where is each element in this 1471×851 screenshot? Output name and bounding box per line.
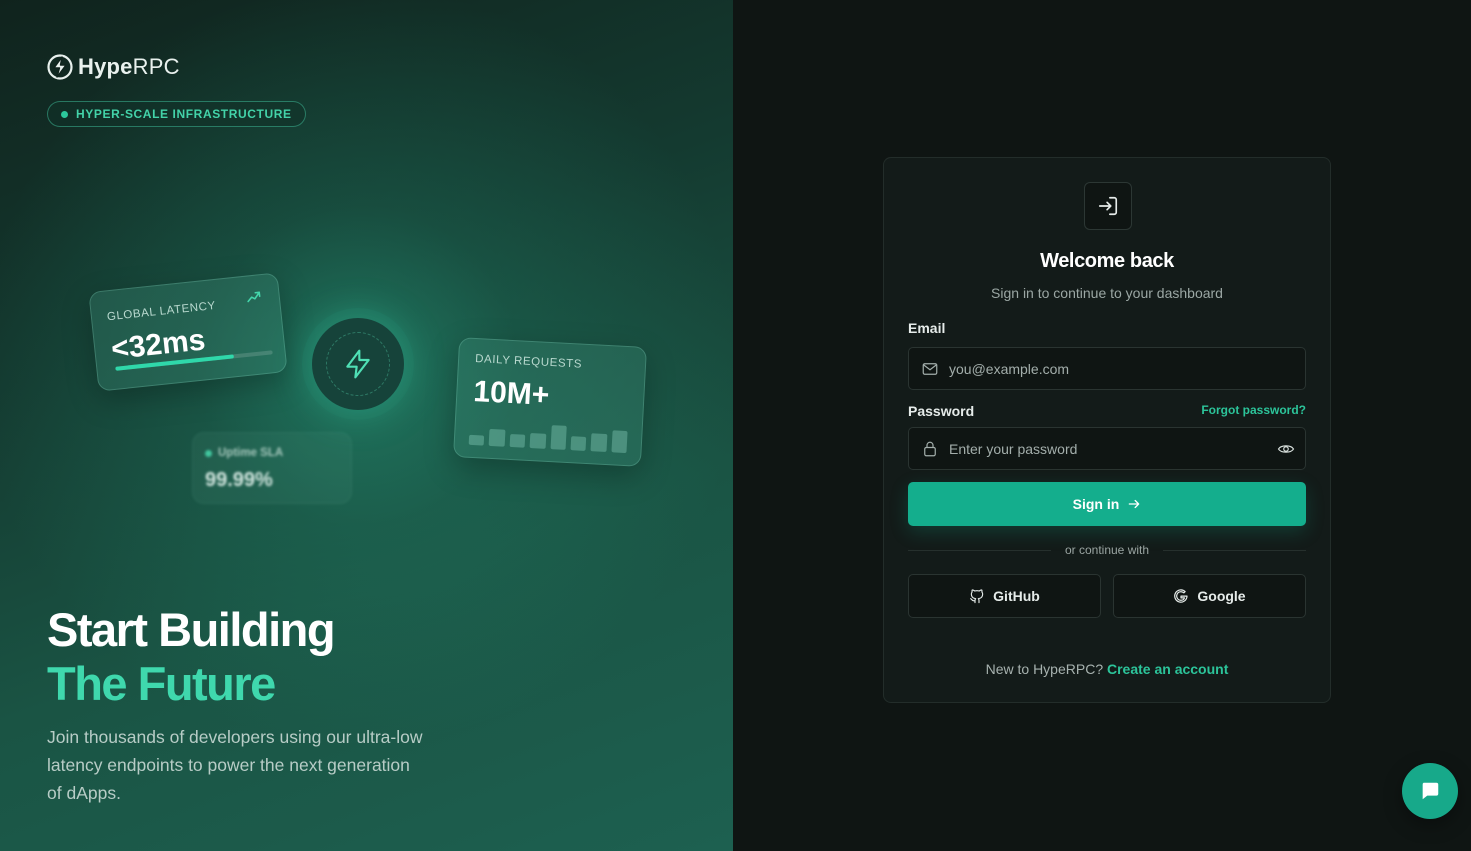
password-field-wrapper[interactable] (908, 427, 1306, 470)
password-label: Password (908, 403, 975, 419)
sign-in-button[interactable]: Sign in (908, 482, 1306, 526)
github-icon (970, 589, 984, 604)
chat-bubble-icon (1422, 782, 1439, 800)
uptime-label: Uptime SLA (205, 447, 283, 459)
requests-bar (468, 435, 485, 446)
tagline-text: HYPER-SCALE INFRASTRUCTURE (76, 107, 292, 121)
signup-prompt: New to HypeRPC? Create an account (884, 661, 1330, 677)
hero-subtitle: Join thousands of developers using our u… (47, 727, 423, 803)
mail-icon (922, 362, 938, 375)
forgot-password-link[interactable]: Forgot password? (1201, 403, 1306, 417)
requests-bar (550, 425, 567, 450)
google-button[interactable]: Google (1113, 574, 1306, 618)
signup-text: New to HypeRPC? (985, 661, 1104, 677)
requests-bar (488, 429, 506, 447)
log-in-icon (1098, 196, 1118, 216)
google-icon (1174, 589, 1188, 603)
divider-text: or continue with (1064, 543, 1150, 557)
latency-label: GLOBAL LATENCY (106, 299, 217, 324)
uptime-card: Uptime SLA 99.99% (192, 432, 352, 504)
status-dot-icon (61, 110, 68, 118)
lock-icon (924, 441, 936, 456)
latency-card: GLOBAL LATENCY <32ms (88, 272, 288, 392)
status-dot-icon (205, 449, 212, 457)
hero-title-line2: The Future (47, 657, 276, 710)
brand-name: HypeRPC (78, 54, 180, 79)
uptime-value: 99.99% (205, 469, 273, 491)
chat-button[interactable] (1402, 763, 1458, 819)
google-label: Google (1197, 588, 1246, 604)
create-account-link[interactable]: Create an account (1107, 661, 1228, 677)
github-button[interactable]: GitHub (908, 574, 1101, 618)
hero-title: Start Building The Future (47, 603, 336, 711)
sign-in-label: Sign in (1072, 496, 1120, 512)
github-label: GitHub (993, 588, 1040, 604)
email-field-wrapper[interactable] (908, 347, 1306, 390)
bolt-circle-icon (47, 54, 73, 80)
eye-icon[interactable] (1277, 440, 1295, 458)
requests-bar (509, 434, 526, 448)
trending-up-icon (247, 291, 261, 303)
login-subtitle: Sign in to continue to your dashboard (991, 285, 1223, 301)
password-input[interactable] (949, 428, 1277, 469)
requests-sparkbars (468, 417, 628, 454)
email-label: Email (908, 320, 946, 336)
login-icon-box (1084, 182, 1132, 230)
requests-bar (529, 432, 546, 449)
tagline-badge: HYPER-SCALE INFRASTRUCTURE (47, 101, 306, 127)
lightning-bolt-icon (346, 349, 370, 379)
hero-panel: HypeRPC HYPER-SCALE INFRASTRUCTURE Uptim… (0, 0, 733, 851)
arrow-right-icon (1129, 499, 1140, 509)
requests-bar (570, 436, 587, 451)
requests-card: DAILY REQUESTS 10M+ (452, 337, 648, 467)
email-input[interactable] (949, 348, 1305, 389)
login-title: Welcome back (1040, 250, 1174, 272)
hero-title-line1: Start Building (47, 603, 336, 656)
center-bolt-badge (312, 318, 404, 410)
login-card: Welcome back Sign in to continue to your… (883, 157, 1331, 703)
requests-value: 10M+ (472, 375, 551, 412)
requests-bar (590, 433, 608, 453)
or-divider: or continue with (908, 543, 1307, 557)
requests-label: DAILY REQUESTS (474, 353, 583, 371)
requests-bar (611, 429, 628, 454)
brand-logo[interactable]: HypeRPC (47, 54, 180, 80)
